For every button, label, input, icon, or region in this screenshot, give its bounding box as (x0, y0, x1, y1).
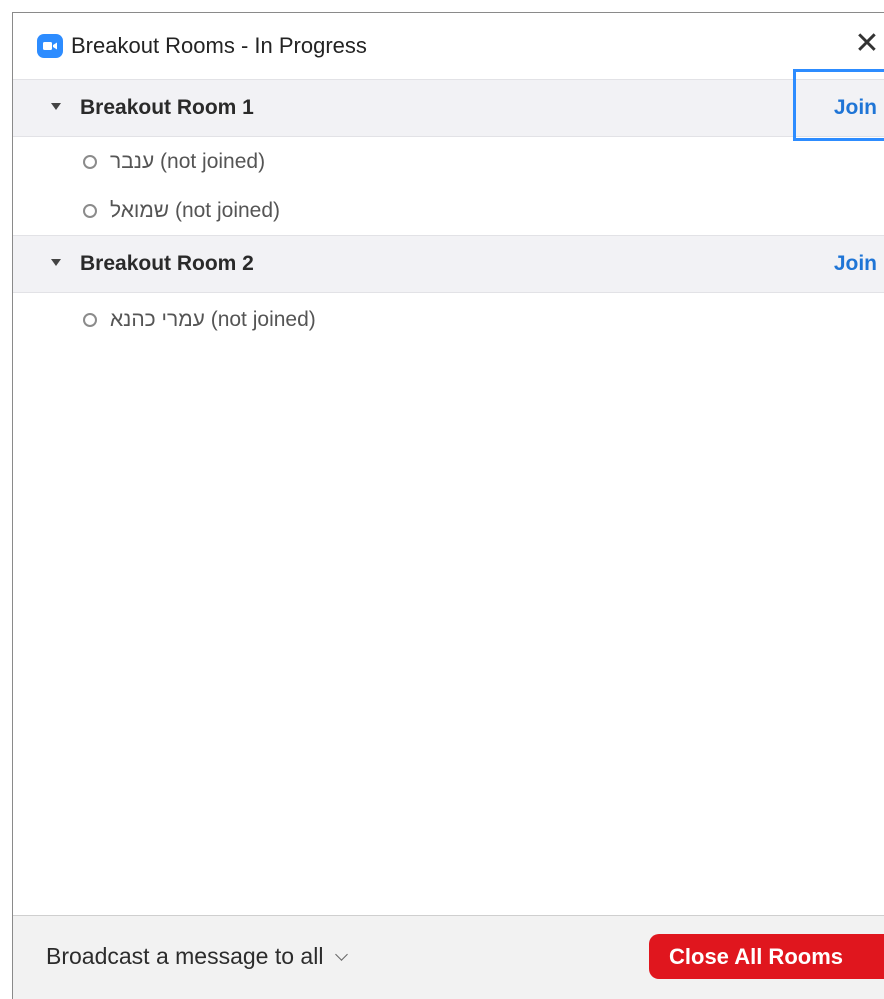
participant-row: עמרי כהנא (not joined) (13, 295, 884, 344)
room-header-breakout-room-1[interactable]: Breakout Room 1 Join (13, 69, 884, 141)
window-title: Breakout Rooms - In Progress (71, 33, 367, 58)
caret-down-icon[interactable] (51, 103, 61, 110)
chevron-down-icon (335, 948, 349, 961)
close-icon[interactable]: ✕ (852, 27, 882, 61)
status-circle-icon (83, 313, 97, 327)
participant-label: ענבר (not joined) (110, 147, 265, 177)
caret-down-icon[interactable] (51, 259, 61, 266)
participant-status: (not joined) (160, 150, 266, 173)
room-header-breakout-room-2[interactable]: Breakout Room 2 Join (13, 235, 884, 293)
title-bar: Breakout Rooms - In Progress ✕ (13, 13, 884, 79)
footer-bar: Broadcast a message to all Close All Roo… (13, 915, 884, 999)
participant-name: ענבר (110, 150, 155, 173)
participant-row: ענבר (not joined) (13, 137, 884, 186)
status-circle-icon (83, 204, 97, 218)
breakout-rooms-window: Breakout Rooms - In Progress ✕ Breakout … (12, 12, 884, 999)
join-button[interactable]: Join (834, 93, 877, 123)
participant-status: (not joined) (174, 199, 281, 222)
participant-status: (not joined) (210, 308, 316, 331)
participant-label: עמרי כהנא (not joined) (110, 305, 316, 335)
room-name: Breakout Room 1 (80, 96, 254, 119)
join-button[interactable]: Join (834, 249, 877, 279)
participant-name: שמואל (110, 199, 170, 222)
close-all-rooms-button[interactable]: Close All Rooms (649, 934, 884, 979)
broadcast-dropdown[interactable]: Broadcast a message to all (46, 940, 349, 972)
broadcast-label: Broadcast a message to all (46, 943, 324, 969)
zoom-camera-icon (37, 34, 63, 58)
participant-row: שמואל (not joined) (13, 186, 884, 235)
participant-label: שמואל (not joined) (110, 196, 280, 226)
participant-name: עמרי כהנא (110, 308, 205, 331)
status-circle-icon (83, 155, 97, 169)
room-name: Breakout Room 2 (80, 252, 254, 275)
